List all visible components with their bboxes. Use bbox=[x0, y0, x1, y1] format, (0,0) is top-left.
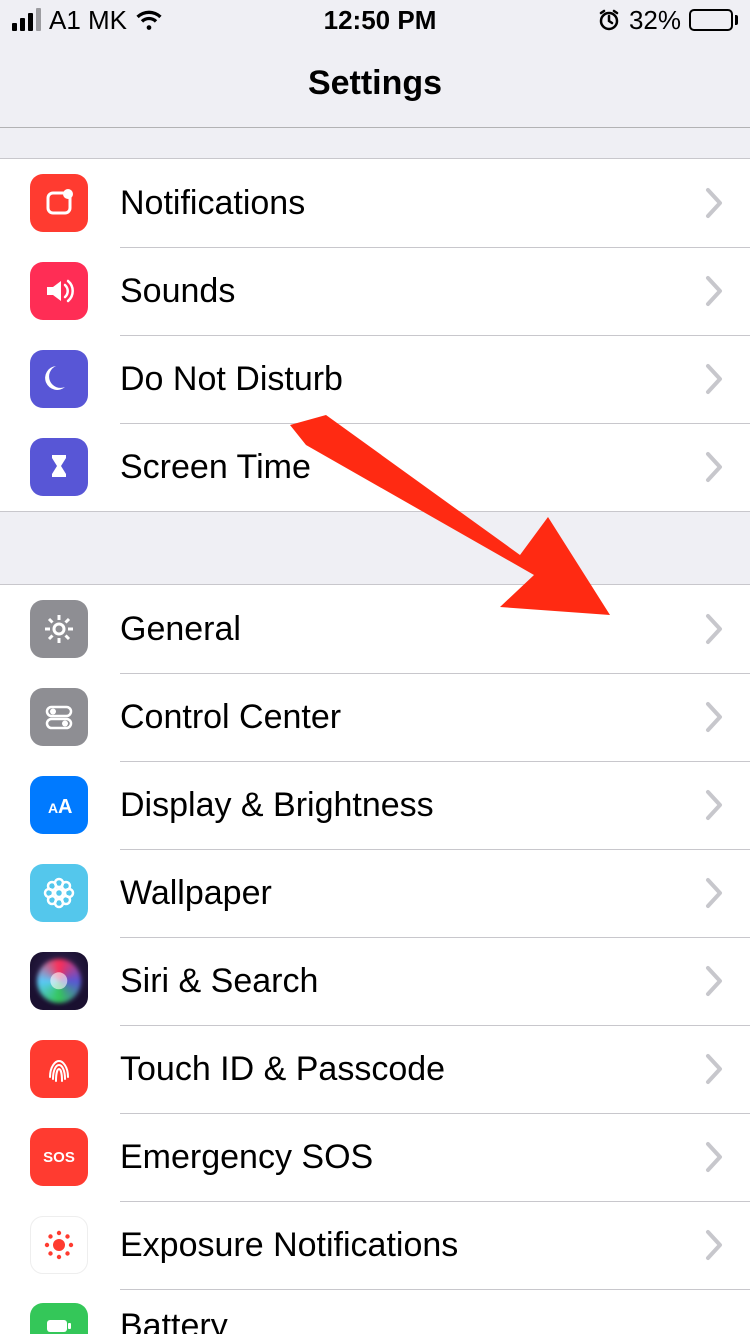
notifications-icon bbox=[30, 174, 88, 232]
row-notifications[interactable]: Notifications bbox=[0, 159, 750, 247]
battery-percent: 32% bbox=[629, 5, 681, 36]
row-label: Control Center bbox=[120, 698, 704, 737]
wifi-icon bbox=[135, 9, 163, 31]
battery-icon bbox=[30, 1303, 88, 1334]
chevron-right-icon bbox=[704, 450, 724, 484]
row-sos[interactable]: SOS Emergency SOS bbox=[0, 1113, 750, 1201]
row-battery[interactable]: Battery bbox=[0, 1289, 750, 1334]
row-dnd[interactable]: Do Not Disturb bbox=[0, 335, 750, 423]
exposure-icon bbox=[30, 1216, 88, 1274]
status-left: A1 MK bbox=[12, 5, 163, 36]
row-siri[interactable]: Siri & Search bbox=[0, 937, 750, 1025]
switches-icon bbox=[30, 688, 88, 746]
chevron-right-icon bbox=[704, 362, 724, 396]
status-time: 12:50 PM bbox=[324, 5, 437, 36]
row-controlcenter[interactable]: Control Center bbox=[0, 673, 750, 761]
nav-bar: Settings bbox=[0, 40, 750, 128]
hourglass-icon bbox=[30, 438, 88, 496]
text-size-icon: AA bbox=[30, 776, 88, 834]
row-label: Do Not Disturb bbox=[120, 360, 704, 399]
chevron-right-icon bbox=[704, 1140, 724, 1174]
row-label: Battery bbox=[120, 1307, 704, 1334]
chevron-right-icon bbox=[704, 876, 724, 910]
siri-icon bbox=[30, 952, 88, 1010]
group-spacer bbox=[0, 512, 750, 584]
row-label: Wallpaper bbox=[120, 874, 704, 913]
page-title: Settings bbox=[308, 64, 442, 103]
chevron-right-icon bbox=[704, 186, 724, 220]
cellular-signal-icon bbox=[12, 9, 41, 31]
chevron-right-icon bbox=[704, 1052, 724, 1086]
chevron-right-icon bbox=[704, 788, 724, 822]
fingerprint-icon bbox=[30, 1040, 88, 1098]
row-display[interactable]: AA Display & Brightness bbox=[0, 761, 750, 849]
row-label: Sounds bbox=[120, 272, 704, 311]
row-screentime[interactable]: Screen Time bbox=[0, 423, 750, 511]
row-touchid[interactable]: Touch ID & Passcode bbox=[0, 1025, 750, 1113]
chevron-right-icon bbox=[704, 1228, 724, 1262]
chevron-right-icon bbox=[704, 612, 724, 646]
sos-icon: SOS bbox=[30, 1128, 88, 1186]
settings-group-2: General Control Center AA Display & Brig… bbox=[0, 584, 750, 1334]
row-exposure[interactable]: Exposure Notifications bbox=[0, 1201, 750, 1289]
status-right: 32% bbox=[597, 5, 738, 36]
row-wallpaper[interactable]: Wallpaper bbox=[0, 849, 750, 937]
sounds-icon bbox=[30, 262, 88, 320]
battery-icon bbox=[689, 9, 738, 31]
svg-text:A: A bbox=[58, 796, 72, 818]
row-label: Notifications bbox=[120, 184, 704, 223]
chevron-right-icon bbox=[704, 964, 724, 998]
status-bar: A1 MK 12:50 PM 32% bbox=[0, 0, 750, 40]
gear-icon bbox=[30, 600, 88, 658]
flower-icon bbox=[30, 864, 88, 922]
row-label: Touch ID & Passcode bbox=[120, 1050, 704, 1089]
row-sounds[interactable]: Sounds bbox=[0, 247, 750, 335]
alarm-icon bbox=[597, 8, 621, 32]
row-label: Screen Time bbox=[120, 448, 704, 487]
chevron-right-icon bbox=[704, 700, 724, 734]
row-label: General bbox=[120, 610, 704, 649]
chevron-right-icon bbox=[704, 274, 724, 308]
settings-group-1: Notifications Sounds Do Not Disturb Scre… bbox=[0, 158, 750, 512]
svg-text:SOS: SOS bbox=[43, 1149, 75, 1166]
row-label: Exposure Notifications bbox=[120, 1226, 704, 1265]
group-spacer bbox=[0, 128, 750, 158]
svg-text:A: A bbox=[48, 800, 58, 816]
row-label: Display & Brightness bbox=[120, 786, 704, 825]
row-general[interactable]: General bbox=[0, 585, 750, 673]
carrier-label: A1 MK bbox=[49, 5, 127, 36]
row-label: Siri & Search bbox=[120, 962, 704, 1001]
row-label: Emergency SOS bbox=[120, 1138, 704, 1177]
moon-icon bbox=[30, 350, 88, 408]
